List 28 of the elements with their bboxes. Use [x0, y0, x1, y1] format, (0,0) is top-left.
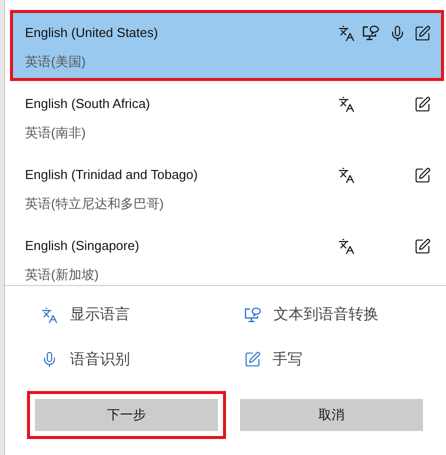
language-item[interactable]: English (United States) 英语(美国) — [13, 13, 441, 78]
monitor-speech-icon — [362, 25, 380, 41]
pen-icon — [414, 96, 430, 113]
legend-label: 显示语言 — [70, 305, 130, 325]
pen-icon — [244, 351, 260, 368]
language-native-name: 英语(美国) — [25, 52, 87, 71]
language-native-name: 英语(特立尼达和多巴哥) — [25, 194, 165, 213]
language-icon — [338, 25, 354, 42]
language-name: English (Singapore) — [25, 237, 140, 255]
pen-icon — [414, 238, 430, 255]
language-icon — [338, 167, 354, 184]
next-button[interactable]: 下一步 — [35, 399, 218, 431]
language-native-name: 英语(南非) — [25, 124, 87, 142]
legend-label: 手写 — [272, 350, 302, 370]
language-icon — [338, 96, 354, 113]
cancel-button[interactable]: 取消 — [240, 399, 423, 431]
language-native-name: 英语(新加坡) — [25, 266, 100, 284]
language-icon — [41, 306, 58, 324]
legend-label: 文本到语音转换 — [274, 305, 378, 325]
pen-icon — [414, 25, 430, 42]
pen-icon — [414, 167, 430, 184]
language-icon — [338, 238, 354, 255]
language-name: English (South Africa) — [25, 95, 150, 113]
monitor-speech-icon — [244, 307, 262, 324]
language-name: English (United States) — [25, 24, 158, 42]
language-name: English (Trinidad and Tobago) — [25, 166, 198, 184]
legend-label: 语音识别 — [70, 350, 130, 370]
microphone-icon — [41, 351, 58, 368]
